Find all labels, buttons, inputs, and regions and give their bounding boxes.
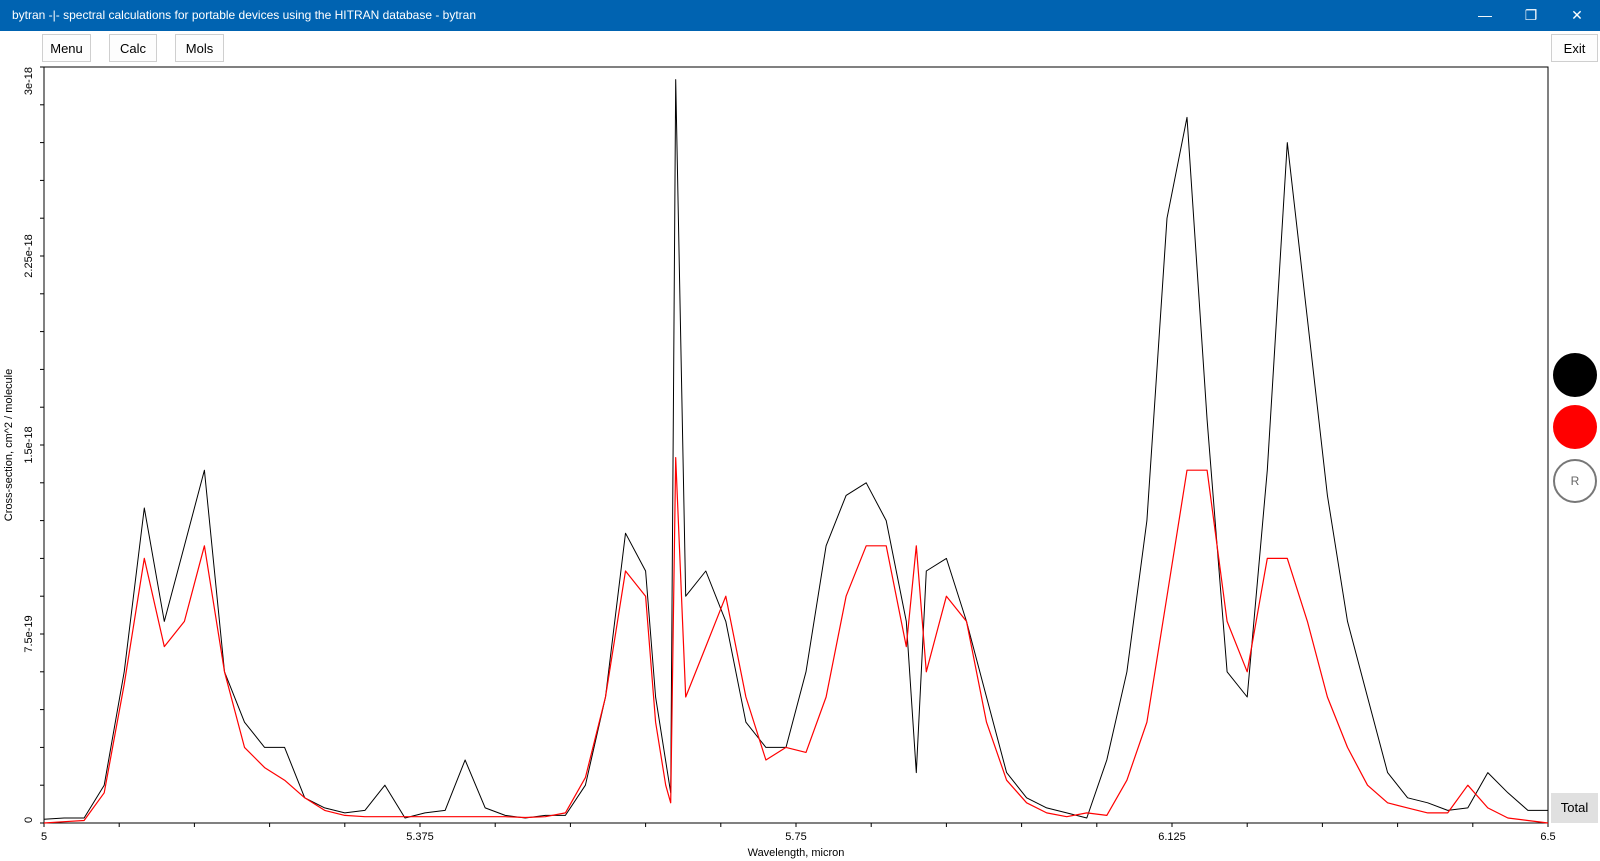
y-tick-label: 0 [23,817,35,823]
spectrum-line-black [43,79,1548,820]
x-tick-label: 6.5 [1540,831,1555,843]
x-tick-label: 5.75 [785,831,806,843]
y-tick-label: 1.5e-18 [23,426,35,463]
y-tick-label: 3e-18 [23,67,35,95]
y-tick-label: 2.25e-18 [23,234,35,277]
spectrum-chart: 5 5.375 5.75 6.125 6.5 0 7.5e-19 1.5e-18 2.25e-1… [3,66,1556,859]
spectrum-line-red [43,457,1549,824]
y-axis-label: Cross-section, cm^2 / molecule [3,369,15,522]
y-tick-label: 7.5e-19 [23,615,35,652]
x-tick-label: 5 [41,831,47,843]
x-tick-label: 5.375 [406,831,434,843]
x-axis-label: Wavelength, micron [748,847,845,859]
x-tick-label: 6.125 [1158,831,1186,843]
